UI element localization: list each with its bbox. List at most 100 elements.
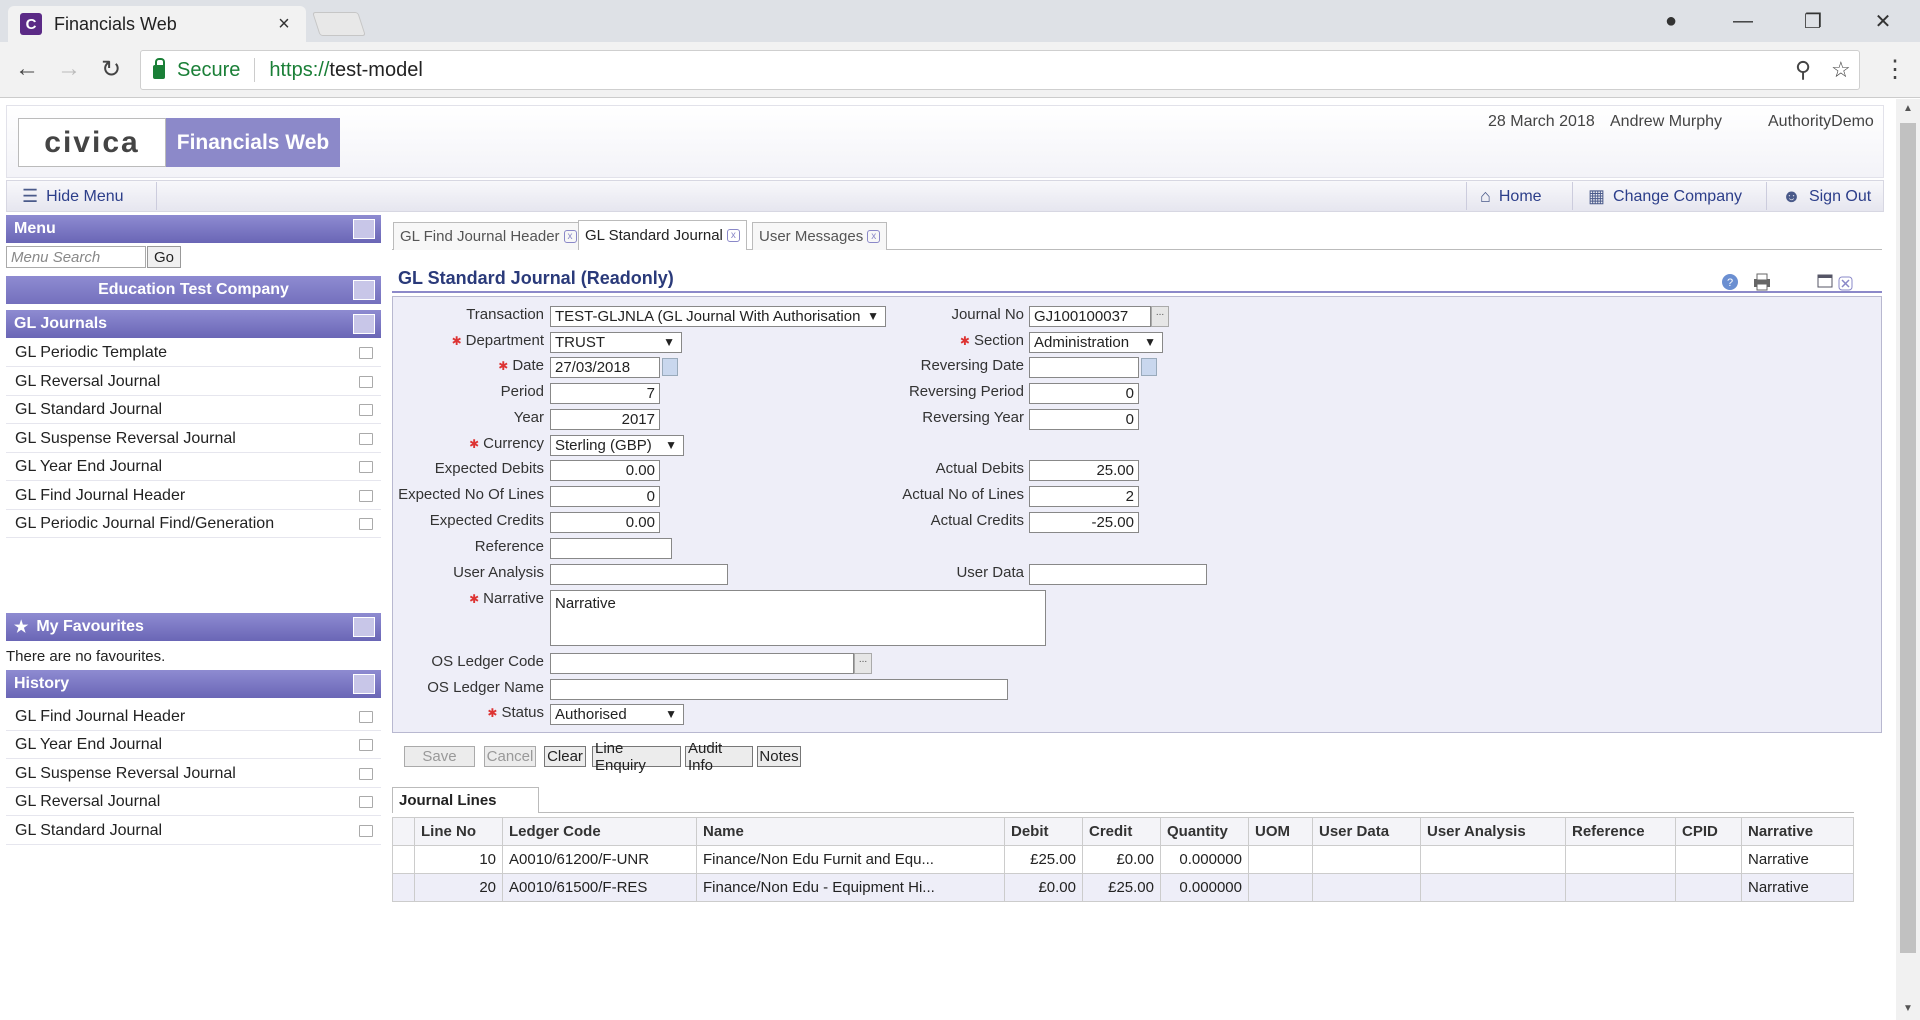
reload-icon[interactable]: ↻ — [96, 54, 126, 84]
os-ledger-code-input[interactable] — [550, 653, 854, 674]
favourites-toggle-icon[interactable] — [353, 617, 375, 637]
line-enquiry-button[interactable]: Line Enquiry — [592, 740, 681, 774]
actual-debits-input[interactable]: 25.00 — [1029, 460, 1139, 481]
column-header[interactable]: Reference — [1565, 817, 1676, 846]
profile-icon[interactable]: ● — [1656, 6, 1686, 36]
open-new-window-icon[interactable] — [359, 738, 373, 751]
scroll-up-icon[interactable]: ▲ — [1903, 103, 1913, 114]
close-tab-icon[interactable]: x — [563, 230, 577, 243]
sign-out-link[interactable]: ☻ Sign Out — [1782, 186, 1871, 207]
gl-journals-header[interactable]: GL Journals — [6, 310, 381, 338]
row-selector[interactable] — [392, 845, 415, 874]
zoom-icon[interactable]: ⚲ — [1795, 57, 1811, 83]
sidebar-item-gl-year-end-journal[interactable]: GL Year End Journal — [6, 453, 381, 481]
history-item[interactable]: GL Reversal Journal — [6, 788, 381, 816]
maximize-panel-icon[interactable] — [1816, 272, 1836, 292]
bookmark-star-icon[interactable]: ☆ — [1831, 57, 1851, 83]
sidebar-item-gl-periodic-template[interactable]: GL Periodic Template — [6, 339, 381, 367]
print-icon[interactable] — [1752, 272, 1772, 292]
reversing-period-input[interactable]: 0 — [1029, 383, 1139, 404]
column-header[interactable]: Ledger Code — [502, 817, 697, 846]
column-header[interactable]: Quantity — [1160, 817, 1249, 846]
date-input[interactable]: 27/03/2018 — [550, 357, 660, 378]
history-item[interactable]: GL Suspense Reversal Journal — [6, 760, 381, 788]
open-new-window-icon[interactable] — [359, 489, 373, 502]
expected-debits-input[interactable]: 0.00 — [550, 460, 660, 481]
reference-input[interactable] — [550, 538, 672, 559]
open-new-window-icon[interactable] — [359, 346, 373, 359]
column-header[interactable]: Name — [696, 817, 1005, 846]
hide-menu-link[interactable]: ☰ Hide Menu — [22, 186, 124, 207]
tab-journal-lines[interactable]: Journal Lines — [392, 787, 539, 813]
history-item[interactable]: GL Year End Journal — [6, 731, 381, 759]
currency-select[interactable]: Sterling (GBP) — [550, 435, 684, 456]
save-button[interactable]: Save — [404, 746, 475, 767]
open-new-window-icon[interactable] — [359, 432, 373, 445]
column-header[interactable]: CPID — [1675, 817, 1742, 846]
column-header[interactable]: User Analysis — [1420, 817, 1566, 846]
history-toggle-icon[interactable] — [353, 674, 375, 694]
open-new-window-icon[interactable] — [359, 517, 373, 530]
open-new-window-icon[interactable] — [359, 403, 373, 416]
menu-search-go-button[interactable]: Go — [147, 246, 181, 268]
actual-lines-input[interactable]: 2 — [1029, 486, 1139, 507]
open-new-window-icon[interactable] — [359, 710, 373, 723]
browser-tab[interactable]: C Financials Web × — [8, 6, 306, 42]
calendar-icon[interactable] — [662, 358, 678, 376]
department-select[interactable]: TRUST — [550, 332, 682, 353]
new-tab-button[interactable] — [312, 12, 366, 36]
column-header[interactable]: User Data — [1312, 817, 1421, 846]
help-icon[interactable]: ? — [1720, 272, 1740, 292]
address-bar[interactable]: Secure https:// test-model ⚲ ☆ — [140, 50, 1860, 90]
sidebar-item-gl-periodic-journal-find[interactable]: GL Periodic Journal Find/Generation — [6, 510, 381, 538]
open-new-window-icon[interactable] — [359, 795, 373, 808]
open-new-window-icon[interactable] — [359, 375, 373, 388]
actual-credits-input[interactable]: -25.00 — [1029, 512, 1139, 533]
company-header[interactable]: Education Test Company — [6, 276, 381, 304]
status-select[interactable]: Authorised — [550, 704, 684, 725]
journal-no-input[interactable]: GJ100100037 — [1029, 306, 1151, 327]
menu-search-input[interactable]: Menu Search — [6, 246, 146, 268]
minimize-icon[interactable]: — — [1728, 6, 1758, 36]
sidebar-item-gl-suspense-reversal-journal[interactable]: GL Suspense Reversal Journal — [6, 425, 381, 453]
scroll-thumb[interactable] — [1900, 123, 1916, 953]
forward-icon[interactable]: → — [54, 54, 84, 84]
transaction-select[interactable]: TEST-GLJNLA (GL Journal With Authorisati… — [550, 306, 886, 327]
narrative-textarea[interactable]: Narrative — [550, 590, 1046, 646]
scroll-down-icon[interactable]: ▼ — [1903, 1003, 1913, 1014]
user-data-input[interactable] — [1029, 564, 1207, 585]
panel-toggle-icon[interactable] — [353, 219, 375, 239]
home-link[interactable]: ⌂ Home — [1480, 186, 1542, 207]
close-panel-icon[interactable] — [1836, 274, 1856, 294]
company-toggle-icon[interactable] — [353, 280, 375, 300]
sidebar-item-gl-standard-journal[interactable]: GL Standard Journal — [6, 396, 381, 424]
column-header[interactable]: Credit — [1082, 817, 1161, 846]
tab-user-messages[interactable]: User Messages x — [752, 222, 888, 250]
change-company-link[interactable]: ▦ Change Company — [1588, 186, 1742, 207]
column-header[interactable]: Line No — [414, 817, 503, 846]
close-window-icon[interactable]: ✕ — [1868, 6, 1898, 36]
close-tab-icon[interactable]: x — [867, 230, 881, 243]
vertical-scrollbar[interactable]: ▲ ▼ — [1896, 99, 1920, 1020]
year-input[interactable]: 2017 — [550, 409, 660, 430]
section-select[interactable]: Administration — [1029, 332, 1163, 353]
close-tab-icon[interactable]: x — [726, 229, 740, 242]
cancel-button[interactable]: Cancel — [484, 746, 536, 767]
journal-no-lookup-button[interactable]: ... — [1151, 306, 1169, 327]
expected-credits-input[interactable]: 0.00 — [550, 512, 660, 533]
row-selector[interactable] — [392, 873, 415, 902]
tab-gl-find-journal-header[interactable]: GL Find Journal Header x — [393, 222, 584, 250]
reversing-year-input[interactable]: 0 — [1029, 409, 1139, 430]
history-item[interactable]: GL Standard Journal — [6, 817, 381, 845]
clear-button[interactable]: Clear — [544, 746, 586, 767]
close-tab-icon[interactable]: × — [274, 13, 294, 36]
open-new-window-icon[interactable] — [359, 824, 373, 837]
table-row[interactable]: 10 A0010/61200/F-UNR Finance/Non Edu Fur… — [392, 845, 1854, 874]
os-ledger-lookup-button[interactable]: ... — [854, 653, 872, 674]
restore-icon[interactable]: ❐ — [1798, 6, 1828, 36]
section-toggle-icon[interactable] — [353, 314, 375, 334]
expected-lines-input[interactable]: 0 — [550, 486, 660, 507]
column-header[interactable]: UOM — [1248, 817, 1313, 846]
column-header[interactable]: Debit — [1004, 817, 1083, 846]
open-new-window-icon[interactable] — [359, 460, 373, 473]
